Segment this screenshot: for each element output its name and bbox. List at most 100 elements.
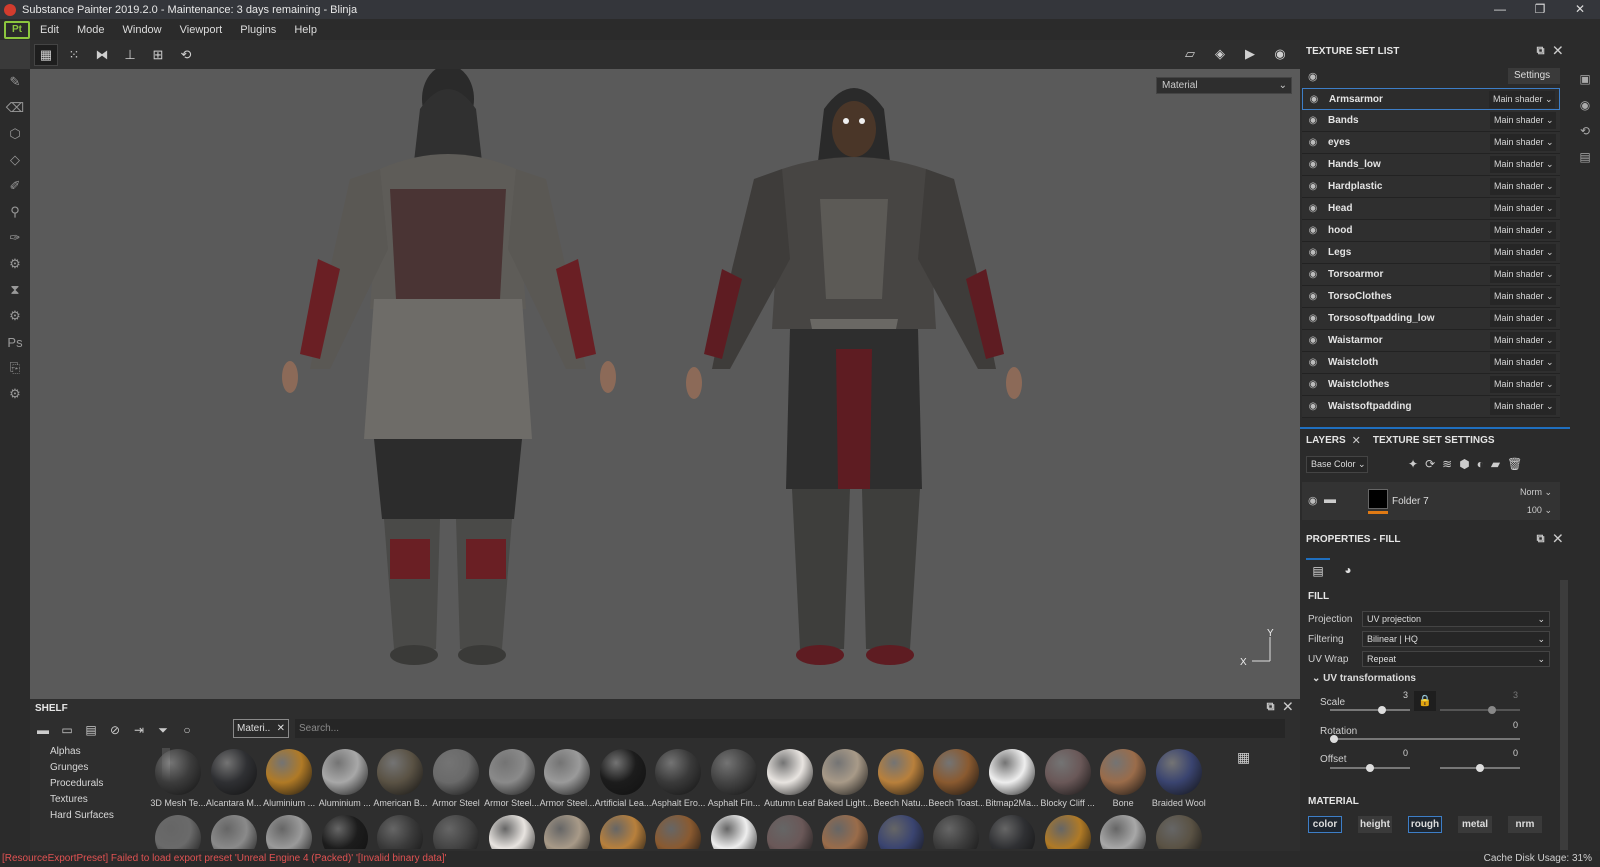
material-item[interactable] <box>261 815 317 849</box>
screenshot-icon[interactable]: ◉ <box>1268 43 1292 65</box>
menu-viewport[interactable]: Viewport <box>180 24 223 36</box>
category-hard-surfaces[interactable]: Hard Surfaces <box>30 808 170 824</box>
uvwrap-select[interactable]: Repeat ⌄ <box>1362 651 1550 667</box>
layer-row[interactable]: ◉ ▬ Folder 7 Norm ⌄ 100 ⌄ <box>1302 482 1560 520</box>
shader-select[interactable]: Main shader ⌄ <box>1490 112 1556 129</box>
shader-select[interactable]: Main shader ⌄ <box>1490 288 1556 305</box>
eye-icon[interactable]: ◉ <box>1302 401 1324 412</box>
shader-select[interactable]: Main shader ⌄ <box>1490 332 1556 349</box>
material-item[interactable]: Braided Wool <box>1151 749 1207 808</box>
shader-select[interactable]: Main shader ⌄ <box>1490 178 1556 195</box>
material-item[interactable] <box>150 815 206 849</box>
geometry-mask-icon[interactable]: ◇ <box>0 147 30 173</box>
import-icon[interactable]: ⇥ <box>128 720 150 740</box>
hourglass-icon[interactable]: ⧗ <box>0 277 30 303</box>
scale-slider-2[interactable] <box>1440 706 1520 714</box>
smudge-icon[interactable]: ✐ <box>0 173 30 199</box>
clone-stamp-icon[interactable]: ⚲ <box>0 199 30 225</box>
texture-set-row[interactable]: ◉ Armsarmor Main shader ⌄ <box>1302 88 1560 110</box>
eye-icon[interactable]: ◉ <box>1302 159 1324 170</box>
material-item[interactable] <box>984 815 1040 849</box>
texture-set-row[interactable]: ◉ Hardplastic Main shader ⌄ <box>1302 176 1560 198</box>
texture-set-row[interactable]: ◉ Hands_low Main shader ⌄ <box>1302 154 1560 176</box>
display-settings-icon[interactable]: ▣ <box>1570 66 1600 92</box>
material-item[interactable]: Bone <box>1095 749 1151 808</box>
eye-icon[interactable]: ◉ <box>1302 225 1324 236</box>
texture-set-row[interactable]: ◉ eyes Main shader ⌄ <box>1302 132 1560 154</box>
material-item[interactable] <box>817 815 873 849</box>
material-item[interactable] <box>1040 815 1096 849</box>
menu-edit[interactable]: Edit <box>40 24 59 36</box>
material-item[interactable]: Blocky Cliff ... <box>1040 749 1096 808</box>
shader-select[interactable]: Main shader ⌄ <box>1490 266 1556 283</box>
hide-icon[interactable]: ⊘ <box>104 720 126 740</box>
texture-set-row[interactable]: ◉ Head Main shader ⌄ <box>1302 198 1560 220</box>
category-grunges[interactable]: Grunges <box>30 760 170 776</box>
texture-set-row[interactable]: ◉ Waistarmor Main shader ⌄ <box>1302 330 1560 352</box>
add-layer-icon[interactable]: ≋ <box>1442 457 1452 471</box>
settings-dropdown[interactable]: Settings ⌄ <box>1508 68 1560 97</box>
add-frame-icon[interactable]: ⊞ <box>146 44 170 66</box>
filter-chip[interactable]: Materi.. ✕ <box>233 719 289 738</box>
undock-icon[interactable]: ⧉ <box>1267 701 1275 713</box>
eye-icon[interactable]: ◉ <box>1302 313 1324 324</box>
3d-viewport[interactable]: Material ⌄ X Y <box>30 69 1300 699</box>
texture-set-row[interactable]: ◉ Legs Main shader ⌄ <box>1302 242 1560 264</box>
material-item[interactable]: Beech Toast... <box>928 749 984 808</box>
texture-set-row[interactable]: ◉ TorsoClothes Main shader ⌄ <box>1302 286 1560 308</box>
texture-set-row[interactable]: ◉ Waistsoftpadding Main shader ⌄ <box>1302 396 1560 418</box>
material-item[interactable] <box>484 815 540 849</box>
texture-set-row[interactable]: ◉ Waistclothes Main shader ⌄ <box>1302 374 1560 396</box>
eye-icon[interactable]: ◉ <box>1302 379 1324 390</box>
paint-brush-icon[interactable]: ✎ <box>0 69 30 95</box>
eye-icon[interactable]: ◉ <box>1302 203 1324 214</box>
shelf-search-input[interactable]: Search... <box>295 719 1285 738</box>
material-item[interactable]: Bitmap2Ma... <box>984 749 1040 808</box>
align-icon[interactable]: ⊥ <box>118 44 142 66</box>
channel-color-button[interactable]: color <box>1308 816 1342 833</box>
material-item[interactable] <box>706 815 762 849</box>
texture-set-row[interactable]: ◉ Bands Main shader ⌄ <box>1302 110 1560 132</box>
material-item[interactable]: Aluminium ... <box>261 749 317 808</box>
history-icon[interactable]: ⟲ <box>174 44 198 66</box>
menu-window[interactable]: Window <box>123 24 162 36</box>
3d-view-icon[interactable]: ◈ <box>1208 43 1232 65</box>
circle-icon[interactable]: ○ <box>176 720 198 740</box>
shader-select[interactable]: Main shader ⌄ <box>1490 200 1556 217</box>
eye-icon[interactable]: ◉ <box>1308 70 1318 83</box>
material-item[interactable]: Armor Steel <box>428 749 484 808</box>
tab-texture-set-settings[interactable]: TEXTURE SET SETTINGS <box>1373 435 1495 446</box>
shader-select[interactable]: Main shader ⌄ <box>1490 134 1556 151</box>
eye-icon[interactable]: ◉ <box>1303 94 1325 105</box>
eye-icon[interactable]: ◉ <box>1302 181 1324 192</box>
eye-icon[interactable]: ◉ <box>1302 269 1324 280</box>
folder-icon[interactable]: ▬ <box>32 720 54 740</box>
offset-slider-knob[interactable] <box>1366 764 1374 772</box>
category-textures[interactable]: Textures <box>30 792 170 808</box>
iray-icon[interactable]: ⚙ <box>0 303 30 329</box>
tab-layers[interactable]: LAYERS <box>1306 435 1346 446</box>
material-item[interactable]: Asphalt Fin... <box>706 749 762 808</box>
category-procedurals[interactable]: Procedurals <box>30 776 170 792</box>
material-item[interactable]: Aluminium ... <box>317 749 373 808</box>
bake-icon[interactable]: ⚙ <box>0 251 30 277</box>
settings-icon[interactable]: ⚙ <box>0 381 30 407</box>
shader-select[interactable]: Main shader ⌄ <box>1490 244 1556 261</box>
menu-help[interactable]: Help <box>294 24 317 36</box>
offset-slider-2[interactable] <box>1440 764 1520 772</box>
grid-dots-icon[interactable]: ⁙ <box>62 44 86 66</box>
material-properties-icon[interactable]: ◕ <box>1336 558 1360 582</box>
undock-icon[interactable]: ⧉ <box>1537 45 1545 57</box>
shader-settings-icon[interactable]: ◉ <box>1570 92 1600 118</box>
material-item[interactable] <box>873 815 929 849</box>
material-item[interactable]: 3D Mesh Te... <box>150 749 206 808</box>
material-item[interactable] <box>1095 815 1151 849</box>
material-item[interactable]: Armor Steel... <box>484 749 540 808</box>
material-item[interactable] <box>928 815 984 849</box>
add-folder-icon[interactable]: ▰ <box>1491 457 1500 471</box>
shader-select[interactable]: Main shader ⌄ <box>1490 310 1556 327</box>
minimize-button[interactable]: — <box>1480 0 1520 19</box>
shader-select[interactable]: Main shader ⌄ <box>1490 222 1556 239</box>
add-effect-icon[interactable]: ⟳ <box>1425 457 1435 471</box>
channel-rough-button[interactable]: rough <box>1408 816 1442 833</box>
